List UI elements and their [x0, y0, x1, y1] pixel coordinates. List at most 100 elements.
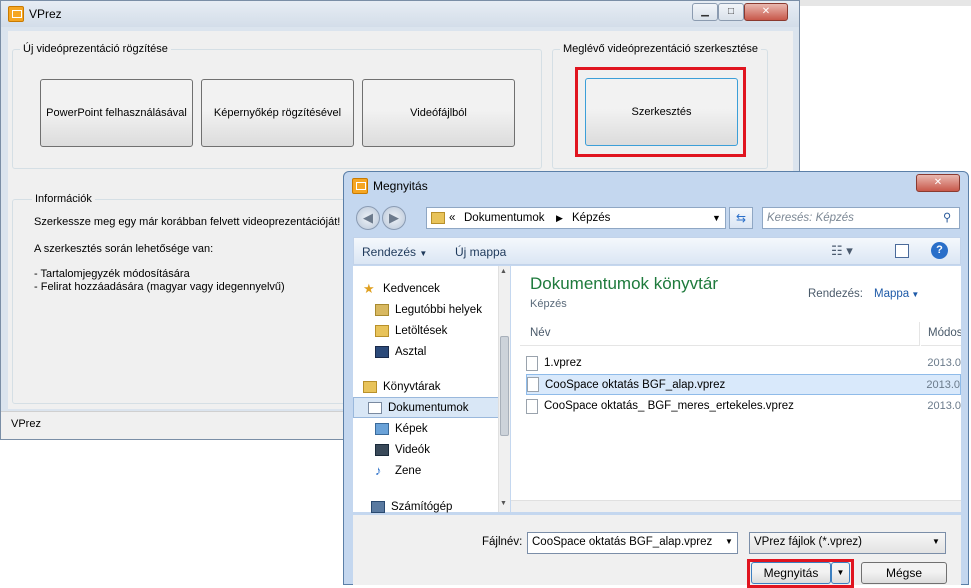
- breadcrumb-overflow[interactable]: «: [449, 208, 455, 228]
- address-dropdown-icon[interactable]: ▼: [712, 208, 721, 228]
- dialog-app-icon: [352, 178, 368, 194]
- nav-scroll-thumb[interactable]: [500, 336, 509, 436]
- view-options-icon[interactable]: ☷ ▾: [831, 243, 853, 259]
- nav-label-documents: Dokumentumok: [388, 401, 469, 414]
- file-date: 2013.0: [927, 400, 961, 412]
- nav-scroll-down-icon[interactable]: ▼: [500, 500, 507, 507]
- nav-scroll-up-icon[interactable]: ▲: [500, 268, 507, 275]
- nav-item-pictures[interactable]: Képek: [353, 418, 499, 439]
- file-name: CooSpace oktatás BGF_alap.vprez: [545, 378, 726, 391]
- info-line-3: - Tartalomjegyzék módosítására: [34, 268, 190, 280]
- recent-places-icon: [375, 303, 389, 316]
- nav-scrollbar[interactable]: ▲ ▼: [498, 266, 510, 512]
- organize-label: Rendezés: [362, 245, 417, 259]
- window-title: VPrez: [29, 7, 62, 21]
- pictures-icon: [375, 422, 389, 435]
- nav-item-libraries[interactable]: Könyvtárak: [353, 376, 499, 397]
- title-bar: VPrez ▁ □ ✕: [1, 1, 799, 27]
- folder-icon: [431, 212, 445, 224]
- close-button[interactable]: ✕: [744, 3, 788, 21]
- open-file-dialog: Megnyitás ✕ ◀ ▶ « Dokumentumok ▶ Képzés …: [343, 171, 969, 588]
- minimize-button[interactable]: ▁: [692, 3, 718, 21]
- nav-label-pictures: Képek: [395, 422, 428, 435]
- arrange-by-label: Rendezés:: [808, 288, 863, 300]
- library-subtitle: Képzés: [530, 298, 567, 310]
- arrange-by-value: Mappa: [874, 288, 910, 300]
- dialog-title: Megnyitás: [373, 179, 428, 193]
- nav-label-music: Zene: [395, 464, 422, 477]
- computer-icon: [371, 501, 385, 513]
- back-button[interactable]: ◀: [356, 206, 380, 230]
- nav-label-desktop: Asztal: [395, 345, 427, 358]
- powerpoint-button[interactable]: PowerPoint felhasználásával: [40, 79, 193, 147]
- open-button[interactable]: Megnyitás: [751, 562, 831, 584]
- organize-menu[interactable]: Rendezés ▼: [362, 245, 427, 259]
- file-row-selected[interactable]: CooSpace oktatás BGF_alap.vprez 2013.0: [526, 374, 961, 395]
- arrange-by-dropdown[interactable]: Mappa ▼: [874, 288, 919, 300]
- nav-item-videos[interactable]: Videók: [353, 439, 499, 460]
- documents-icon: [368, 401, 382, 414]
- breadcrumb-kepzes[interactable]: Képzés: [572, 208, 610, 228]
- cancel-button[interactable]: Mégse: [861, 562, 947, 584]
- preview-pane-icon[interactable]: [895, 244, 909, 258]
- search-input[interactable]: Keresés: Képzés ⚲: [762, 207, 960, 229]
- file-name: 1.vprez: [544, 357, 582, 369]
- file-date: 2013.0: [926, 378, 960, 391]
- nav-item-downloads[interactable]: Letöltések: [353, 320, 499, 341]
- breadcrumb-documents[interactable]: Dokumentumok: [464, 208, 545, 228]
- file-list-scrollbar[interactable]: [511, 500, 961, 512]
- help-icon[interactable]: ?: [931, 242, 948, 259]
- chevron-down-icon[interactable]: ▼: [725, 533, 733, 551]
- edit-button[interactable]: Szerkesztés: [585, 78, 738, 146]
- nav-item-recent[interactable]: Legutóbbi helyek: [353, 299, 499, 320]
- chevron-down-icon: ▼: [909, 290, 920, 299]
- nav-item-documents[interactable]: Dokumentumok: [353, 397, 499, 418]
- chevron-down-icon: ▼: [932, 537, 940, 546]
- address-bar[interactable]: « Dokumentumok ▶ Képzés ▼: [426, 207, 726, 229]
- info-line-4: - Felirat hozzáadására (magyar vagy ideg…: [34, 281, 285, 293]
- forward-button[interactable]: ▶: [382, 206, 406, 230]
- info-line-2: A szerkesztés során lehetősége van:: [34, 243, 214, 255]
- screen-capture-button[interactable]: Képernyőkép rögzítésével: [201, 79, 354, 147]
- file-date: 2013.0: [927, 357, 961, 369]
- dialog-bottom-area: Fájlnév: CooSpace oktatás BGF_alap.vprez…: [353, 515, 961, 588]
- nav-item-desktop[interactable]: Asztal: [353, 341, 499, 362]
- filename-input[interactable]: CooSpace oktatás BGF_alap.vprez ▼: [527, 532, 738, 554]
- chevron-down-icon: ▼: [419, 249, 428, 258]
- filename-label: Fájlnév:: [482, 536, 523, 548]
- nav-item-music[interactable]: ♪ Zene: [353, 460, 499, 481]
- file-list-pane: Dokumentumok könyvtár Képzés Rendezés: M…: [511, 266, 961, 512]
- filename-value: CooSpace oktatás BGF_alap.vprez: [532, 536, 713, 548]
- app-icon: [8, 6, 24, 22]
- file-row[interactable]: 1.vprez 2013.0: [526, 353, 961, 373]
- background-window-strip: [800, 0, 971, 6]
- navigation-pane: ★ Kedvencek Legutóbbi helyek Letöltések A…: [353, 266, 510, 513]
- refresh-button[interactable]: ⇆: [729, 207, 753, 229]
- dialog-close-button[interactable]: ✕: [916, 174, 960, 192]
- music-icon: ♪: [375, 462, 382, 478]
- dialog-title-bar: Megnyitás ✕: [344, 172, 968, 200]
- desktop-icon: [375, 345, 389, 358]
- column-header-name[interactable]: Név: [520, 322, 920, 346]
- file-icon: [527, 377, 539, 392]
- column-header-modified[interactable]: Módos: [921, 322, 961, 346]
- new-recording-group-label: Új videóprezentáció rögzítése: [20, 43, 171, 55]
- info-group-label: Információk: [32, 193, 95, 205]
- maximize-button[interactable]: □: [718, 3, 744, 21]
- open-options-button[interactable]: ▼: [831, 562, 850, 584]
- video-file-button[interactable]: Videófájlból: [362, 79, 515, 147]
- file-row[interactable]: CooSpace oktatás_ BGF_meres_ertekeles.vp…: [526, 396, 961, 416]
- new-folder-button[interactable]: Új mappa: [455, 245, 506, 259]
- nav-item-favorites[interactable]: ★ Kedvencek: [353, 278, 499, 299]
- library-title: Dokumentumok könyvtár: [530, 274, 719, 293]
- nav-label-recent: Legutóbbi helyek: [395, 303, 482, 316]
- file-type-select[interactable]: VPrez fájlok (*.vprez) ▼: [749, 532, 946, 554]
- file-icon: [526, 355, 538, 371]
- info-line-1: Szerkessze meg egy már korábban felvett …: [34, 216, 341, 228]
- status-text: VPrez: [11, 418, 41, 430]
- nav-item-computer[interactable]: Számítógép: [353, 501, 499, 513]
- nav-label-favorites: Kedvencek: [383, 282, 440, 295]
- library-icon: [363, 380, 377, 393]
- nav-label-downloads: Letöltések: [395, 324, 448, 337]
